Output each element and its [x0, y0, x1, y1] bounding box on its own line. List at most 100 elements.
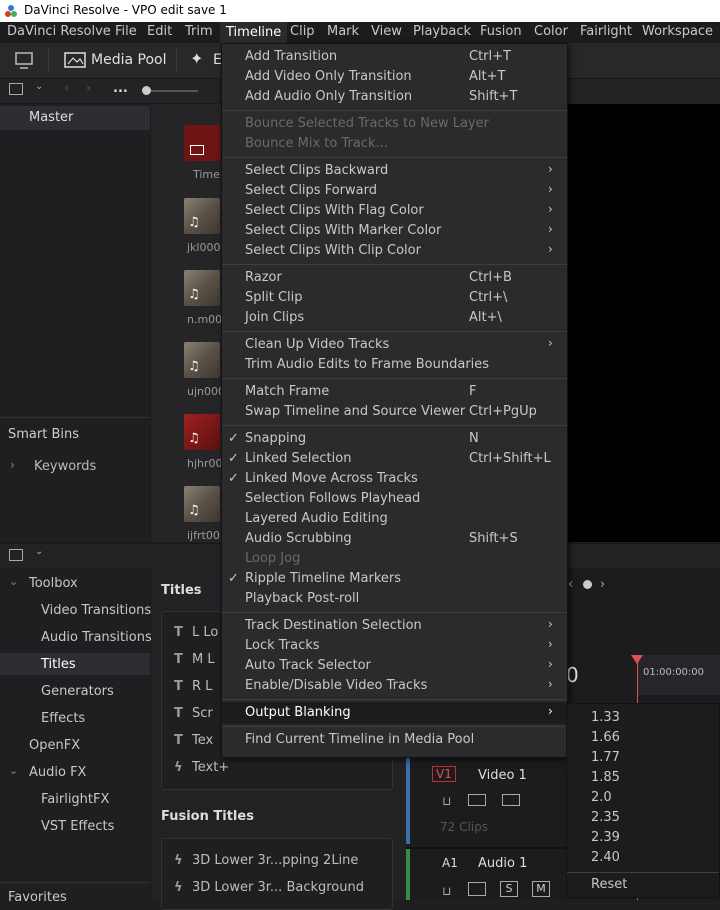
menu-item-selection-follows-playhead[interactable]: Selection Follows Playhead	[222, 489, 567, 509]
audio-clip-thumbnail[interactable]: ♫	[184, 342, 220, 378]
sidebar-toggle-icon[interactable]	[9, 83, 23, 95]
smart-bin-keywords[interactable]: Keywords	[34, 459, 96, 474]
submenu-item-1-77[interactable]: 1.77	[591, 750, 620, 765]
tree-video-transitions[interactable]: Video Transitions	[41, 603, 151, 618]
chevron-right-icon[interactable]: ›	[10, 458, 15, 472]
forward-arrow-icon[interactable]: ›	[86, 81, 91, 96]
menu-item-split-clip[interactable]: Split Clip Ctrl+\	[222, 288, 567, 308]
timeline-clip-thumbnail[interactable]	[184, 125, 220, 161]
v1-track-label[interactable]: V1	[432, 766, 456, 782]
chevron-left-icon[interactable]: ‹	[568, 577, 573, 592]
zoom-slider[interactable]	[143, 90, 198, 92]
menu-view[interactable]: View	[371, 24, 402, 39]
mute-button[interactable]: M	[532, 881, 550, 897]
menu-file[interactable]: File	[115, 24, 137, 39]
menu-edit[interactable]: Edit	[147, 24, 172, 39]
menu-item-playback-post-roll[interactable]: Playback Post-roll	[222, 589, 567, 609]
submenu-item-reset[interactable]: Reset	[591, 877, 627, 892]
auto-select-icon[interactable]	[468, 794, 486, 806]
menu-item-layered-audio-editing[interactable]: Layered Audio Editing	[222, 509, 567, 529]
audio-clip-thumbnail[interactable]: ♫	[184, 414, 220, 450]
list-item[interactable]: T L Lo	[174, 625, 218, 640]
tree-fairlightfx[interactable]: FairlightFX	[41, 792, 109, 807]
menu-item-razor[interactable]: Razor Ctrl+B	[222, 268, 567, 288]
menu-item-ripple-timeline-markers[interactable]: ✓ Ripple Timeline Markers	[222, 569, 567, 589]
sidebar-toggle-icon[interactable]	[9, 549, 23, 561]
submenu-item-2-35[interactable]: 2.35	[591, 810, 620, 825]
list-item[interactable]: TM L	[174, 652, 215, 667]
menu-davinci-resolve[interactable]: DaVinci Resolve	[7, 24, 111, 39]
menu-item-auto-track-selector[interactable]: Auto Track Selector ›	[222, 656, 567, 676]
menu-item-add-audio-only-transition[interactable]: Add Audio Only Transition Shift+T	[222, 87, 567, 107]
tree-openfx[interactable]: OpenFX	[29, 738, 80, 753]
submenu-item-2-39[interactable]: 2.39	[591, 830, 620, 845]
solo-button[interactable]: S	[500, 881, 518, 897]
back-arrow-icon[interactable]: ‹	[64, 81, 69, 96]
menu-item-add-transition[interactable]: Add Transition Ctrl+T	[222, 47, 567, 67]
list-item[interactable]: ϟ 3D Lower 3r...pping 2Line	[174, 853, 358, 868]
menu-fairlight[interactable]: Fairlight	[580, 24, 632, 39]
menu-item-swap-timeline-source[interactable]: Swap Timeline and Source Viewer Ctrl+PgUp	[222, 402, 567, 422]
auto-select-icon[interactable]	[468, 882, 486, 896]
menu-item-select-clips-forward[interactable]: Select Clips Forward ›	[222, 181, 567, 201]
path-ellipsis[interactable]: ...	[113, 81, 128, 96]
menu-item-trim-audio-edits[interactable]: Trim Audio Edits to Frame Boundaries	[222, 355, 567, 375]
menu-item-track-destination-selection[interactable]: Track Destination Selection ›	[222, 616, 567, 636]
tree-audio-transitions[interactable]: Audio Transitions	[41, 630, 152, 645]
submenu-item-1-85[interactable]: 1.85	[591, 770, 620, 785]
chevron-down-icon[interactable]: ⌄	[35, 546, 43, 557]
menu-item-select-clips-flag-color[interactable]: Select Clips With Flag Color ›	[222, 201, 567, 221]
chevron-down-icon[interactable]: ⌄	[35, 81, 43, 92]
lock-icon[interactable]: ⊔	[442, 884, 451, 898]
submenu-item-1-33[interactable]: 1.33	[591, 710, 620, 725]
timeline-ruler[interactable]: 01:00:00:00	[638, 655, 720, 695]
menu-item-clean-up-video-tracks[interactable]: Clean Up Video Tracks ›	[222, 335, 567, 355]
menu-item-lock-tracks[interactable]: Lock Tracks ›	[222, 636, 567, 656]
submenu-item-1-66[interactable]: 1.66	[591, 730, 620, 745]
audio-clip-thumbnail[interactable]: ♫	[184, 270, 220, 306]
menu-item-snapping[interactable]: ✓ Snapping N	[222, 429, 567, 449]
disable-track-icon[interactable]	[502, 794, 520, 806]
menu-item-match-frame[interactable]: Match Frame F	[222, 382, 567, 402]
menu-color[interactable]: Color	[534, 24, 568, 39]
playhead-marker-icon[interactable]	[631, 655, 643, 664]
a1-track-label[interactable]: A1	[442, 856, 458, 870]
menu-fusion[interactable]: Fusion	[480, 24, 522, 39]
tree-vst-effects[interactable]: VST Effects	[41, 819, 114, 834]
menu-item-select-clips-clip-color[interactable]: Select Clips With Clip Color ›	[222, 241, 567, 261]
playhead-dot-icon[interactable]	[583, 580, 592, 589]
list-item[interactable]: ϟ 3D Lower 3r... Background	[174, 880, 364, 895]
lock-icon[interactable]: ⊔	[442, 794, 451, 808]
audio-clip-thumbnail[interactable]: ♫	[184, 198, 220, 234]
menu-item-output-blanking[interactable]: Output Blanking ›	[222, 702, 567, 724]
menu-mark[interactable]: Mark	[327, 24, 359, 39]
list-item[interactable]: TR L	[174, 679, 212, 694]
chevron-down-icon[interactable]: ⌄	[9, 575, 18, 588]
menu-workspace[interactable]: Workspace	[642, 24, 713, 39]
tree-audio-fx[interactable]: Audio FX	[29, 765, 86, 780]
menu-clip[interactable]: Clip	[290, 24, 315, 39]
menu-item-audio-scrubbing[interactable]: Audio Scrubbing Shift+S	[222, 529, 567, 549]
list-item[interactable]: ϟ Text+	[174, 760, 229, 775]
chevron-right-icon[interactable]: ›	[600, 577, 605, 592]
menu-item-select-clips-marker-color[interactable]: Select Clips With Marker Color ›	[222, 221, 567, 241]
menu-playback[interactable]: Playback	[413, 24, 471, 39]
tree-effects[interactable]: Effects	[41, 711, 85, 726]
menu-trim[interactable]: Trim	[185, 24, 213, 39]
menu-item-linked-move-across-tracks[interactable]: ✓ Linked Move Across Tracks	[222, 469, 567, 489]
zoom-slider-handle[interactable]	[142, 86, 151, 95]
submenu-item-2-0[interactable]: 2.0	[591, 790, 612, 805]
tree-titles[interactable]: Titles	[0, 653, 150, 675]
submenu-item-2-40[interactable]: 2.40	[591, 850, 620, 865]
menu-item-join-clips[interactable]: Join Clips Alt+\	[222, 308, 567, 328]
menu-item-add-video-only-transition[interactable]: Add Video Only Transition Alt+T	[222, 67, 567, 87]
tree-toolbox[interactable]: Toolbox	[29, 576, 78, 591]
monitor-icon[interactable]	[14, 52, 34, 70]
list-item[interactable]: T Scr	[174, 706, 213, 721]
tree-favorites[interactable]: Favorites	[8, 890, 67, 905]
menu-timeline[interactable]: Timeline	[220, 22, 288, 43]
menu-item-find-current-timeline[interactable]: Find Current Timeline in Media Pool	[222, 730, 567, 750]
audio-clip-thumbnail[interactable]: ♫	[184, 486, 220, 522]
tree-generators[interactable]: Generators	[41, 684, 114, 699]
list-item[interactable]: T Tex	[174, 733, 213, 748]
